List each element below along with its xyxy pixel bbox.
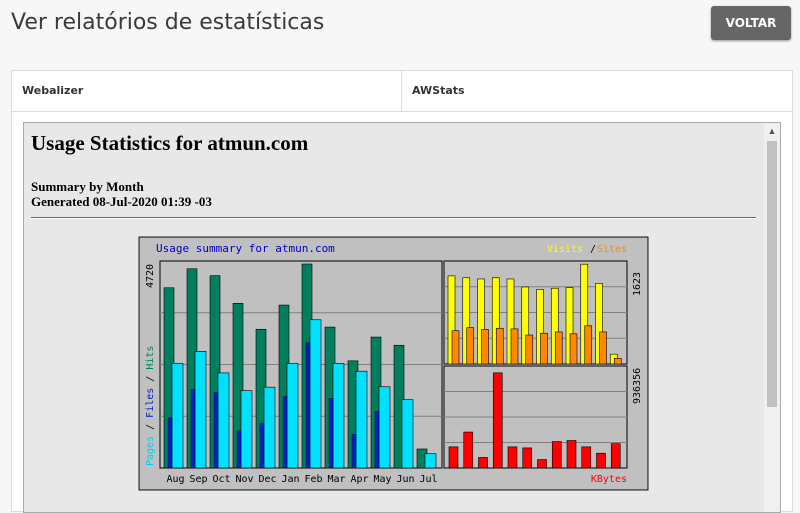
pages-bar: [374, 411, 380, 469]
report-frame: Usage Statistics for atmun.com Summary b…: [23, 122, 781, 513]
sites-bar: [510, 328, 519, 365]
kbytes-bar: [610, 443, 621, 469]
sites-bar: [495, 327, 504, 365]
kbytes-bar: [522, 447, 533, 469]
summary-heading: Summary by Month: [31, 179, 144, 194]
tab-webalizer[interactable]: Webalizer: [12, 71, 402, 111]
kbytes-bar: [537, 459, 547, 469]
month-label: Oct: [212, 474, 230, 485]
files-bar: [332, 363, 345, 469]
legend-separator: /: [590, 244, 596, 255]
month-label: Feb: [304, 474, 322, 485]
legend-kbytes: KBytes: [591, 474, 627, 485]
sites-bar: [466, 327, 475, 365]
files-bar: [309, 319, 322, 469]
month-label: May: [373, 474, 391, 485]
month-label: Dec: [258, 474, 276, 485]
month-label: Jan: [281, 474, 299, 485]
kbytes-bar: [551, 441, 562, 469]
files-bar: [194, 351, 207, 469]
sites-bar: [613, 358, 622, 365]
scrollbar-thumb[interactable]: [767, 141, 777, 407]
pages-bar: [259, 423, 265, 469]
sites-bar: [554, 331, 563, 365]
files-bar: [401, 399, 414, 469]
kbytes-ymax-label: 936356: [632, 368, 643, 404]
pages-bar: [351, 434, 357, 469]
legend-sites: Sites: [597, 244, 627, 255]
sites-bar: [540, 332, 548, 365]
tab-awstats[interactable]: AWStats: [402, 71, 792, 111]
back-button[interactable]: VOLTAR: [711, 6, 791, 40]
files-bar: [217, 372, 230, 469]
sites-bar: [599, 331, 607, 365]
tab-bar: Webalizer AWStats: [12, 71, 792, 112]
kbytes-bar: [463, 431, 474, 469]
pages-bar: [190, 389, 196, 469]
report-summary: Summary by Month Generated 08-Jul-2020 0…: [31, 179, 212, 209]
files-bar: [378, 386, 391, 469]
kbytes-bar: [507, 446, 518, 469]
month-label: Aug: [166, 474, 184, 485]
sites-bar: [569, 333, 578, 365]
files-bar: [171, 363, 184, 469]
pages-bar: [213, 392, 219, 469]
month-label: Nov: [235, 474, 253, 485]
pages-bar: [167, 417, 173, 469]
sites-bar: [481, 329, 489, 365]
vertical-scrollbar[interactable]: ▲: [764, 123, 780, 512]
report-title: Usage Statistics for atmun.com: [31, 131, 309, 155]
hits-ymax-label: 4720: [145, 264, 156, 288]
kbytes-bar: [448, 446, 459, 469]
stats-panel: Webalizer AWStats Usage Statistics for a…: [11, 70, 793, 513]
generated-date: Generated 08-Jul-2020 01:39 -03: [31, 194, 212, 209]
pages-bar: [328, 398, 334, 469]
month-label: Jul: [419, 474, 437, 485]
visits-ymax-label: 1623: [632, 272, 643, 296]
sites-bar: [525, 334, 534, 365]
kbytes-bar: [478, 457, 488, 469]
legend-visits: Visits: [547, 244, 583, 255]
usage-summary-chart: Usage summary for atmun.com Visits / Sites 4…: [138, 236, 649, 491]
files-bar: [263, 386, 276, 469]
month-label: Apr: [350, 474, 368, 485]
kbytes-bar: [596, 452, 606, 469]
pages-bar: [282, 396, 288, 469]
pages-bar: [236, 430, 242, 469]
kbytes-bar: [566, 440, 577, 469]
files-bar: [424, 453, 437, 469]
month-label: Mar: [327, 474, 345, 485]
month-label: Jun: [396, 474, 414, 485]
files-bar: [355, 370, 368, 469]
kbytes-bar: [581, 446, 592, 469]
scroll-up-arrow-icon[interactable]: ▲: [764, 123, 780, 139]
divider: [31, 217, 756, 219]
page-title: Ver relatórios de estatísticas: [11, 10, 325, 35]
month-label: Sep: [189, 474, 207, 485]
hits-axis-label: Pages / Files / Hits: [145, 346, 156, 466]
files-bar: [286, 363, 299, 469]
sites-bar: [584, 325, 593, 365]
pages-bar: [305, 342, 311, 469]
kbytes-bar: [492, 372, 503, 469]
sites-bar: [451, 330, 460, 365]
chart-title: Usage summary for atmun.com: [156, 242, 335, 255]
files-bar: [240, 390, 253, 469]
